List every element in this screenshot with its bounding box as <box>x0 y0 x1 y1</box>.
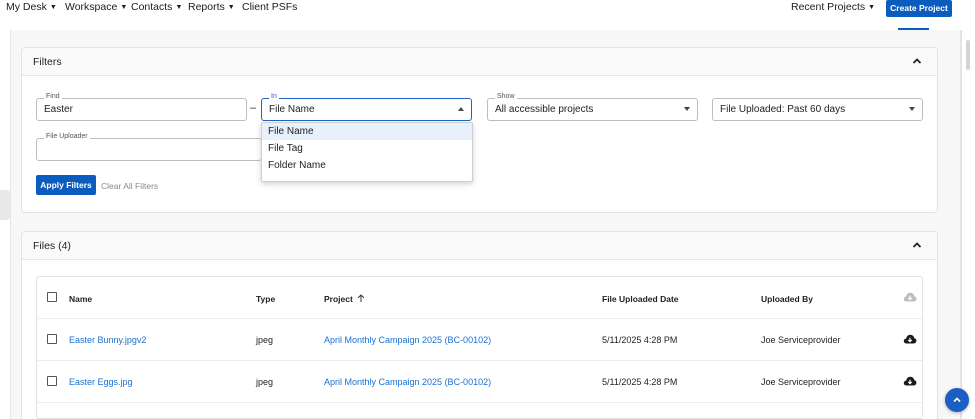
file-type: jpeg <box>256 335 274 345</box>
nav-reports[interactable]: Reports ▼ <box>188 1 235 13</box>
nav-label: Recent Projects <box>791 1 866 13</box>
file-uploaded-date: 5/11/2025 4:28 PM <box>602 377 678 387</box>
chevron-up-icon[interactable] <box>911 239 923 251</box>
col-name[interactable]: Name <box>69 294 92 304</box>
show-label: Show <box>495 93 517 100</box>
col-type[interactable]: Type <box>256 294 275 304</box>
col-project-label: Project <box>324 294 353 304</box>
in-value: File Name <box>269 104 315 115</box>
in-label: In <box>269 93 279 100</box>
clear-all-filters-link[interactable]: Clear All Filters <box>101 181 158 191</box>
col-project[interactable]: Project <box>324 294 365 304</box>
nav-workspace[interactable]: Workspace ▼ <box>65 1 127 13</box>
chevron-up-icon <box>953 397 961 403</box>
find-input[interactable]: Find Easter <box>36 93 247 121</box>
chevron-down-icon: ▼ <box>868 4 876 11</box>
uploaded-date-select[interactable]: File Uploaded: Past 60 days <box>712 98 923 121</box>
show-value: All accessible projects <box>495 104 594 115</box>
scrollbar-track[interactable] <box>961 30 975 419</box>
caret-up-icon <box>458 107 464 111</box>
chevron-down-icon: ▼ <box>175 4 183 11</box>
show-select[interactable]: Show All accessible projects <box>487 93 698 121</box>
create-project-button[interactable]: Create Project <box>886 0 952 17</box>
caret-down-icon <box>909 107 915 111</box>
nav-label: Contacts <box>131 1 173 13</box>
nav-recent-projects[interactable]: Recent Projects ▼ <box>791 1 875 13</box>
in-select[interactable]: In File Name <box>261 93 472 121</box>
dropdown-option-file-tag[interactable]: File Tag <box>262 140 472 157</box>
file-name-link[interactable]: Easter Bunny.jpgv2 <box>69 335 146 345</box>
file-uploader-label: File Uploader <box>44 133 90 140</box>
project-link[interactable]: April Monthly Campaign 2025 (BC-00102) <box>324 335 491 345</box>
uploaded-by: Joe Serviceprovider <box>761 377 841 387</box>
sort-up-arrow-icon <box>357 294 365 302</box>
files-table: Name Type Project File Uploaded Date Upl… <box>36 276 923 419</box>
row-checkbox[interactable] <box>47 376 57 386</box>
range-dash: – <box>250 102 257 114</box>
col-file-uploaded-date[interactable]: File Uploaded Date <box>602 294 679 304</box>
files-header[interactable]: Files (4) <box>22 232 937 260</box>
find-label: Find <box>44 93 62 100</box>
apply-filters-button[interactable]: Apply Filters <box>36 175 96 195</box>
scroll-to-top-button[interactable] <box>945 388 969 412</box>
cloud-download-icon[interactable] <box>903 291 917 303</box>
dropdown-option-folder-name[interactable]: Folder Name <box>262 157 472 174</box>
uploaded-by: Joe Serviceprovider <box>761 335 841 345</box>
col-uploaded-by[interactable]: Uploaded By <box>761 294 813 304</box>
filters-title: Filters <box>33 56 62 68</box>
dropdown-option-file-name[interactable]: File Name <box>262 123 472 140</box>
cloud-download-icon[interactable] <box>903 333 917 345</box>
side-panel-handle[interactable] <box>0 190 10 220</box>
caret-down-icon <box>684 107 690 111</box>
file-name-link[interactable]: Easter Eggs.jpg <box>69 377 133 387</box>
filters-header[interactable]: Filters <box>22 48 937 76</box>
nav-label: My Desk <box>6 1 47 13</box>
nav-client-psfs[interactable]: Client PSFs <box>242 1 297 13</box>
top-nav: My Desk ▼ Workspace ▼ Contacts ▼ Reports ▼ C… <box>0 0 975 30</box>
table-row[interactable]: Easter Bunny.jpgv2 jpeg April Monthly Ca… <box>37 319 922 361</box>
table-row[interactable]: Easter Eggs.jpg jpeg April Monthly Campa… <box>37 361 922 403</box>
uploaded-date-value: File Uploaded: Past 60 days <box>720 104 846 115</box>
table-header-row: Name Type Project File Uploaded Date Upl… <box>37 277 922 319</box>
filters-panel: Filters <box>21 47 938 213</box>
nav-label: Reports <box>188 1 225 13</box>
project-link[interactable]: April Monthly Campaign 2025 (BC-00102) <box>324 377 491 387</box>
chevron-down-icon: ▼ <box>227 4 235 11</box>
chevron-down-icon: ▼ <box>120 4 128 11</box>
file-uploader-input[interactable]: File Uploader <box>36 133 262 161</box>
chevron-down-icon: ▼ <box>49 4 57 11</box>
nav-contacts[interactable]: Contacts ▼ <box>131 1 182 13</box>
select-all-checkbox[interactable] <box>47 292 57 302</box>
file-type: jpeg <box>256 377 274 387</box>
chevron-up-icon[interactable] <box>911 55 923 67</box>
cloud-download-icon[interactable] <box>903 375 917 387</box>
row-checkbox[interactable] <box>47 334 57 344</box>
find-value: Easter <box>44 104 73 115</box>
in-dropdown-menu: File Name File Tag Folder Name <box>261 122 473 182</box>
nav-my-desk[interactable]: My Desk ▼ <box>6 1 57 13</box>
file-uploaded-date: 5/11/2025 4:28 PM <box>602 335 678 345</box>
scrollbar-thumb[interactable] <box>966 40 970 70</box>
files-title: Files (4) <box>33 240 71 252</box>
nav-label: Workspace <box>65 1 118 13</box>
